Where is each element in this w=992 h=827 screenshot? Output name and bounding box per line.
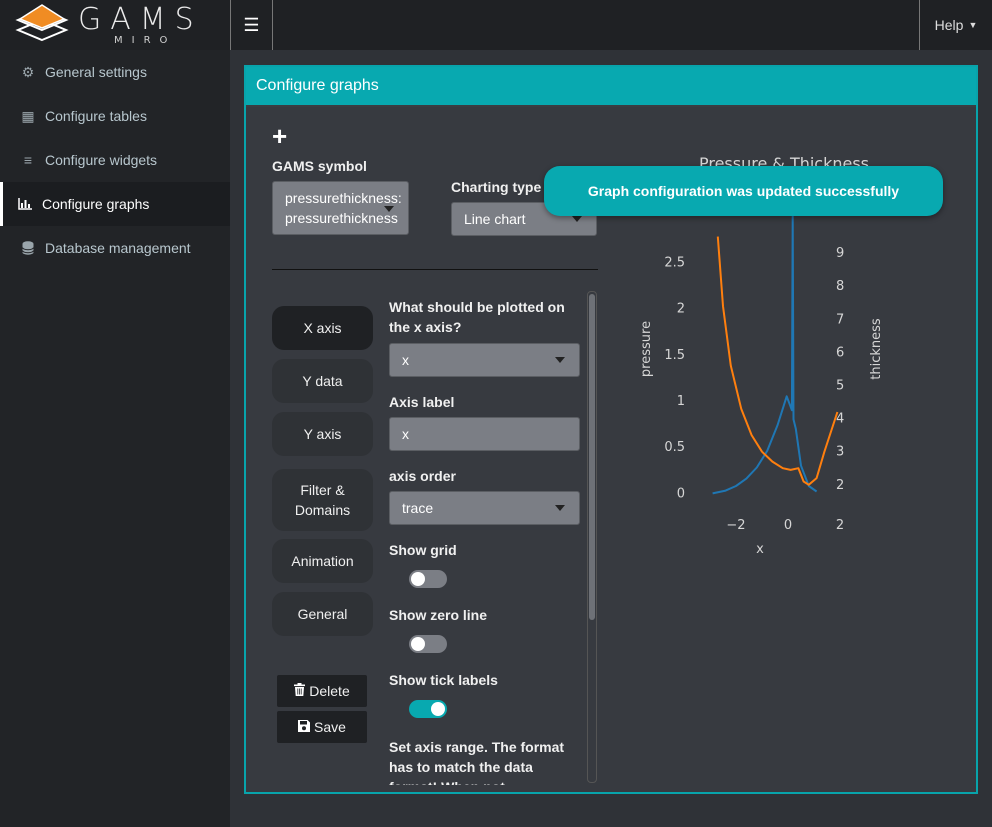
y2-tick-label: 6 (836, 345, 844, 360)
axis-order-label: axis order (389, 468, 456, 484)
y2-axis-title: thickness (869, 318, 884, 380)
y-tick-label: 0 (677, 486, 685, 501)
gams-symbol-value-line1: pressurethickness: (285, 190, 402, 206)
floppy-icon (298, 719, 311, 735)
y-tick-label: 0.5 (664, 440, 685, 455)
tab-y-axis[interactable]: Y axis (272, 412, 373, 456)
tab-general[interactable]: General (272, 592, 373, 636)
scrollbar-thumb[interactable] (589, 294, 595, 620)
toggle-knob (411, 637, 425, 651)
divider (272, 269, 598, 270)
show-tick-labels-label: Show tick labels (389, 672, 498, 688)
show-grid-label: Show grid (389, 542, 457, 558)
axis-range-label: Set axis range. The format has to match … (389, 739, 565, 785)
top-navbar: GAMS MIRO ☰ Help ▼ (0, 0, 992, 50)
gams-symbol-select[interactable]: pressurethickness: pressurethickness (272, 181, 409, 235)
save-button[interactable]: Save (277, 711, 367, 743)
sidebar-item-general-settings[interactable]: ⚙ General settings (0, 50, 230, 94)
toggle-knob (431, 702, 445, 716)
gears-icon: ⚙ (21, 63, 35, 80)
show-zero-line-label: Show zero line (389, 607, 488, 623)
show-zero-line-toggle[interactable] (409, 635, 447, 653)
y2-tick-label: 3 (836, 445, 844, 460)
y2-tick-label: 9 (836, 246, 844, 261)
sidebar-item-label: Configure graphs (42, 196, 150, 212)
bar-chart-icon (17, 198, 33, 210)
logo-text: GAMS (78, 1, 203, 37)
table-icon: ▦ (21, 107, 35, 124)
series-line-thickness (716, 236, 839, 486)
help-menu[interactable]: Help ▼ (919, 0, 992, 50)
add-graph-icon[interactable]: + (272, 123, 287, 149)
y-tick-label: 1.5 (664, 348, 685, 363)
charting-type-label: Charting type (451, 179, 542, 195)
axis-order-select[interactable]: trace (389, 491, 580, 525)
caret-down-icon: ▼ (968, 20, 978, 30)
gams-logo-icon (15, 4, 69, 42)
charting-type-value: Line chart (464, 211, 526, 227)
sidebar-item-database-management[interactable]: Database management (0, 226, 230, 270)
x-axis-question-label: What should be plotted on the x axis? (389, 299, 565, 335)
help-label: Help (934, 17, 964, 33)
sidebar-item-configure-tables[interactable]: ▦ Configure tables (0, 94, 230, 138)
sidebar-item-configure-graphs[interactable]: Configure graphs (0, 182, 230, 226)
delete-button[interactable]: Delete (277, 675, 367, 707)
chevron-down-icon (555, 505, 565, 511)
x-axis-value: x (402, 352, 409, 368)
box-title: Configure graphs (246, 67, 976, 105)
x-tick-label: 2 (836, 518, 844, 533)
delete-label: Delete (309, 683, 350, 699)
y2-tick-label: 2 (836, 478, 844, 493)
y2-tick-label: 5 (836, 379, 844, 394)
series-line-pressure (712, 215, 818, 495)
trash-icon (294, 683, 306, 699)
gams-symbol-label: GAMS symbol (272, 158, 367, 174)
tab-filter-domains[interactable]: Filter & Domains (272, 469, 373, 531)
chevron-down-icon (555, 357, 565, 363)
success-notification: Graph configuration was updated successf… (544, 166, 943, 216)
sidebar-toggle-button[interactable]: ☰ (230, 0, 273, 50)
y2-tick-label: 8 (836, 279, 844, 294)
x-axis-select[interactable]: x (389, 343, 580, 377)
axis-order-value: trace (402, 500, 434, 516)
chevron-down-icon (384, 206, 394, 212)
sliders-icon: ≡ (23, 152, 33, 168)
tab-y-data[interactable]: Y data (272, 359, 373, 403)
axis-label-value: x (402, 426, 409, 442)
axis-range-clip: Set axis range. The format has to match … (389, 737, 584, 785)
toggle-knob (411, 572, 425, 586)
hamburger-icon: ☰ (243, 14, 260, 35)
x-tick-label: −2 (726, 518, 745, 533)
axis-label-input[interactable]: x (389, 417, 580, 451)
y-tick-label: 2 (677, 302, 685, 317)
y2-tick-label: 7 (836, 312, 844, 327)
tab-animation[interactable]: Animation (272, 539, 373, 583)
save-label: Save (314, 719, 346, 735)
logo-subtext: MIRO (114, 34, 177, 46)
axis-label-label: Axis label (389, 394, 455, 410)
sidebar-item-configure-widgets[interactable]: ≡ Configure widgets (0, 138, 230, 182)
form-scrollbar[interactable] (587, 291, 597, 783)
sidebar-item-label: General settings (45, 64, 147, 80)
sidebar-item-label: Configure tables (45, 108, 147, 124)
x-axis-title: x (756, 542, 764, 557)
x-tick-label: 0 (784, 518, 792, 533)
y-tick-label: 1 (677, 394, 685, 409)
gams-miro-logo[interactable]: GAMS MIRO (0, 0, 230, 50)
sidebar-item-label: Configure widgets (45, 152, 158, 168)
show-grid-toggle[interactable] (409, 570, 447, 588)
y-tick-label: 2.5 (664, 255, 685, 270)
sidebar-item-label: Database management (45, 240, 191, 256)
tab-x-axis[interactable]: X axis (272, 306, 373, 350)
show-tick-labels-toggle[interactable] (409, 700, 447, 718)
y-axis-title: pressure (639, 321, 654, 377)
sidebar: ⚙ General settings ▦ Configure tables ≡ … (0, 50, 230, 827)
chevron-down-icon (572, 216, 582, 222)
database-icon (20, 241, 36, 255)
